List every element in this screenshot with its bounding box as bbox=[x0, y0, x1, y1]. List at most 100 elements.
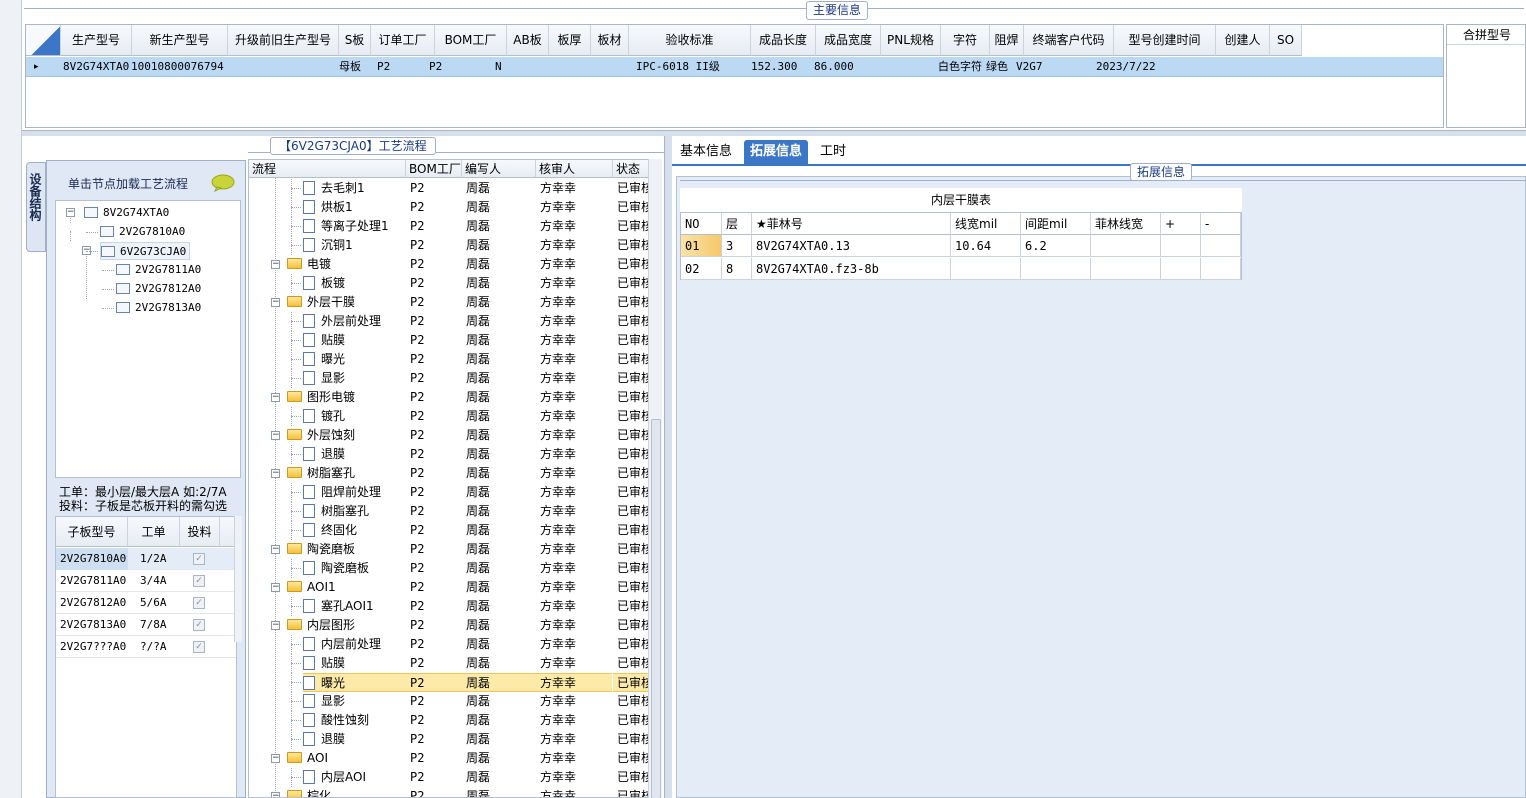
flow-row[interactable]: 外层前处理 P2 周磊 方幸幸 已审核 bbox=[249, 312, 649, 331]
flow-row[interactable]: 贴膜 P2 周磊 方幸幸 已审核 bbox=[249, 331, 649, 350]
dry-film-cell-layer[interactable]: 8 bbox=[722, 258, 752, 280]
flow-step-name[interactable]: 棕化 bbox=[287, 787, 406, 797]
flow-step-name[interactable]: 外层前处理 bbox=[303, 312, 406, 331]
flow-collapse-toggle[interactable]: − bbox=[271, 431, 280, 440]
flow-step-name[interactable]: 内层AOI bbox=[303, 768, 406, 787]
tab-extended-info[interactable]: 拓展信息 bbox=[744, 140, 809, 164]
flow-row[interactable]: 内层AOI P2 周磊 方幸幸 已审核 bbox=[249, 768, 649, 787]
flow-step-name[interactable]: 贴膜 bbox=[303, 331, 406, 350]
column-header[interactable]: 终端客户代码 bbox=[1024, 25, 1114, 56]
flow-row[interactable]: 显影 P2 周磊 方幸幸 已审核 bbox=[249, 692, 649, 711]
flow-step-name[interactable]: 板镀 bbox=[303, 274, 406, 293]
dry-film-cell-film-width[interactable] bbox=[1091, 235, 1161, 257]
column-header[interactable]: 字符 bbox=[941, 25, 990, 56]
flow-step-name[interactable]: 等离子处理1 bbox=[303, 217, 406, 236]
column-header[interactable]: 验收标准 bbox=[629, 25, 751, 56]
flow-step-name[interactable]: 塞孔AOI1 bbox=[303, 597, 406, 616]
column-header[interactable]: 型号创建时间 bbox=[1114, 25, 1216, 56]
column-header[interactable]: 板厚 bbox=[549, 25, 591, 56]
feed-checkbox[interactable]: ✓ bbox=[193, 575, 205, 587]
column-header[interactable]: S板 bbox=[339, 25, 371, 56]
flow-column-header[interactable]: 状态 bbox=[613, 160, 649, 178]
feed-checkbox[interactable]: ✓ bbox=[193, 553, 205, 565]
tree-node[interactable]: 2V2G7810A0 bbox=[100, 223, 185, 241]
flow-collapse-toggle[interactable]: − bbox=[271, 545, 280, 554]
flow-step-name[interactable]: AOI bbox=[287, 749, 406, 768]
flow-row[interactable]: − 棕化 P2 周磊 方幸幸 已审核 bbox=[249, 787, 649, 797]
flow-step-name[interactable]: 显影 bbox=[303, 369, 406, 388]
flow-row[interactable]: 镀孔 P2 周磊 方幸幸 已审核 bbox=[249, 407, 649, 426]
flow-row[interactable]: − 树脂塞孔 P2 周磊 方幸幸 已审核 bbox=[249, 464, 649, 483]
dry-film-cell-film[interactable]: 8V2G74XTA0.13 bbox=[752, 235, 951, 257]
dry-film-cell-action[interactable] bbox=[1161, 235, 1201, 257]
tree-collapse-toggle[interactable]: − bbox=[66, 208, 75, 217]
flow-row[interactable]: 去毛刺1 P2 周磊 方幸幸 已审核 bbox=[249, 179, 649, 198]
flow-step-name[interactable]: 曝光 bbox=[303, 350, 406, 369]
flow-step-name[interactable]: 陶瓷磨板 bbox=[287, 540, 406, 559]
sub-column-header[interactable]: 投料 bbox=[180, 517, 220, 547]
flow-step-name[interactable]: 树脂塞孔 bbox=[287, 464, 406, 483]
flow-step-name[interactable]: 终固化 bbox=[303, 521, 406, 540]
flow-column-header[interactable]: 编写人 bbox=[462, 160, 536, 178]
sub-board-row[interactable]: 2V2G7811A0 3/4A ✓ bbox=[56, 570, 236, 592]
cell-width[interactable]: 86.000 bbox=[812, 57, 887, 77]
sub-board-row[interactable]: 2V2G7???A0 ?/?A ✓ bbox=[56, 636, 236, 658]
feed-checkbox[interactable]: ✓ bbox=[193, 597, 205, 609]
dry-film-cell-film-width[interactable] bbox=[1091, 258, 1161, 280]
grid-corner-cell[interactable] bbox=[26, 25, 61, 56]
column-header[interactable]: 板材 bbox=[591, 25, 629, 56]
column-header[interactable]: SO bbox=[1270, 25, 1302, 56]
sub-board-row[interactable]: 2V2G7810A0 1/2A ✓ bbox=[56, 548, 236, 570]
dry-film-cell-spacing[interactable] bbox=[1021, 258, 1091, 280]
speech-bubble-icon[interactable] bbox=[211, 174, 235, 192]
column-header[interactable]: 订单工厂 bbox=[371, 25, 435, 56]
dry-film-cell-no[interactable]: 01 bbox=[681, 235, 722, 257]
flow-row[interactable]: 贴膜 P2 周磊 方幸幸 已审核 bbox=[249, 654, 649, 673]
flow-column-header[interactable]: 流程 bbox=[249, 160, 406, 178]
cell-s-board[interactable]: 母板 bbox=[337, 57, 379, 77]
dry-film-cell-line-width[interactable]: 10.64 bbox=[951, 235, 1021, 257]
cell-ab-board[interactable]: N bbox=[493, 57, 545, 77]
flow-scrollbar[interactable] bbox=[648, 159, 662, 798]
dry-film-column-header[interactable]: NO bbox=[681, 213, 722, 235]
column-header[interactable]: 成品长度 bbox=[751, 25, 816, 56]
flow-row[interactable]: − 内层图形 P2 周磊 方幸幸 已审核 bbox=[249, 616, 649, 635]
column-header[interactable]: 升级前旧生产型号 bbox=[228, 25, 339, 56]
flow-row[interactable]: 曝光 P2 周磊 方幸幸 已审核 bbox=[249, 350, 649, 369]
dry-film-column-header[interactable]: + bbox=[1161, 213, 1201, 235]
flow-collapse-toggle[interactable]: − bbox=[271, 260, 280, 269]
process-flow-tree[interactable]: 流程BOM工厂编写人核审人状态去毛刺1P2周磊方幸幸已审核烘板1P2周磊方幸幸已… bbox=[248, 159, 662, 798]
column-header[interactable]: 新生产型号 bbox=[132, 25, 228, 56]
flow-row[interactable]: 退膜 P2 周磊 方幸幸 已审核 bbox=[249, 445, 649, 464]
column-header[interactable]: 阻焊 bbox=[990, 25, 1024, 56]
flow-row[interactable]: 板镀 P2 周磊 方幸幸 已审核 bbox=[249, 274, 649, 293]
main-info-grid[interactable]: 生产型号 新生产型号 升级前旧生产型号 S板 订单工厂 BOM工厂 AB板 板厚 板材 验收标准成… bbox=[25, 24, 1444, 128]
flow-row[interactable]: 树脂塞孔 P2 周磊 方幸幸 已审核 bbox=[249, 502, 649, 521]
flow-row[interactable]: − AOI1 P2 周磊 方幸幸 已审核 bbox=[249, 578, 649, 597]
column-header[interactable]: AB板 bbox=[507, 25, 549, 56]
flow-step-name[interactable]: 退膜 bbox=[303, 445, 406, 464]
board-structure-tree[interactable]: 8V2G74XTA0−2V2G7810A0 6V2G73CJA0−2V2G7811… bbox=[55, 200, 241, 478]
flow-step-name[interactable]: 内层前处理 bbox=[303, 635, 406, 654]
inner-dry-film-grid[interactable]: NO 层 ★菲林号 线宽mil 间距mil 菲林线宽 + - 01 3 8V2G74XTA0.13 1… bbox=[680, 212, 1242, 280]
cell-material[interactable] bbox=[591, 57, 639, 77]
flow-row[interactable]: 内层前处理 P2 周磊 方幸幸 已审核 bbox=[249, 635, 649, 654]
cell-old-model[interactable] bbox=[228, 57, 349, 77]
flow-collapse-toggle[interactable]: − bbox=[271, 298, 280, 307]
tab-device-structure[interactable]: 设备结构 bbox=[26, 162, 46, 252]
cell-created[interactable]: 2023/7/22 bbox=[1094, 57, 1206, 77]
tab-work-hours[interactable]: 工时 bbox=[814, 140, 852, 164]
sub-board-grid[interactable]: 子板型号 工单 投料 2V2G7810A0 1/2A ✓ 2V2G7811A0 3/4A ✓ 2V… bbox=[55, 516, 237, 798]
flow-step-name[interactable]: 酸性蚀刻 bbox=[303, 711, 406, 730]
column-header[interactable]: 生产型号 bbox=[61, 25, 132, 56]
flow-step-name[interactable]: 外层蚀刻 bbox=[287, 426, 406, 445]
sub-board-scrollbar[interactable] bbox=[234, 516, 242, 642]
flow-collapse-toggle[interactable]: − bbox=[271, 469, 280, 478]
flow-step-name[interactable]: 镀孔 bbox=[303, 407, 406, 426]
dry-film-column-header[interactable]: 线宽mil bbox=[951, 213, 1021, 235]
flow-step-name[interactable]: 陶瓷磨板 bbox=[303, 559, 406, 578]
flow-step-name[interactable]: 内层图形 bbox=[287, 616, 406, 635]
flow-row[interactable]: − 外层干膜 P2 周磊 方幸幸 已审核 bbox=[249, 293, 649, 312]
cell-standard[interactable]: IPC-6018 II级 bbox=[634, 57, 766, 77]
dry-film-cell-film[interactable]: 8V2G74XTA0.fz3-8b bbox=[752, 258, 951, 280]
